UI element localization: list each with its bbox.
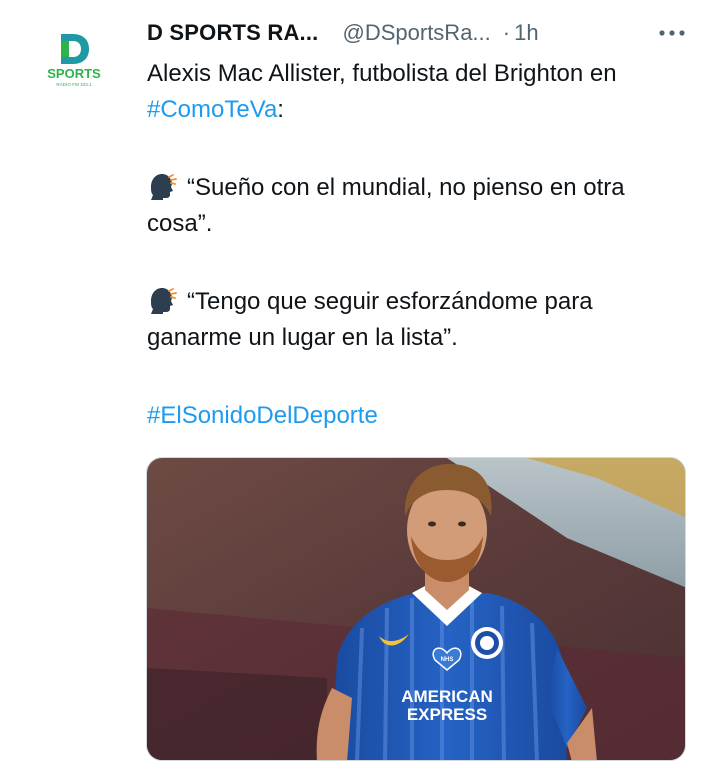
more-button[interactable] [652,18,692,48]
speaking-head-icon [151,174,177,200]
avatar-brand-text: SPORTS [47,66,101,81]
intro-suffix: : [277,96,284,123]
jersey-badge-text: NHS [441,657,454,663]
user-handle[interactable]: @DSportsRa... [343,20,491,46]
tweet-photo[interactable]: NHS AMERICAN EXPRESS [146,457,686,761]
intro-paragraph: Alexis Mac Allister, futbolista del Brig… [147,56,687,128]
hashtag-link-elsonido[interactable]: #ElSonidoDelDeporte [147,402,378,429]
tweet-card[interactable]: SPORTS RADIO FM 103.1 D SPORTS RA... @DS… [0,0,719,765]
dsports-logo: SPORTS RADIO FM 103.1 [31,22,117,108]
hashtag-link[interactable]: #ComoTeVa [147,96,277,123]
quote-text-1: “Sueño con el mundial, no pienso en otra… [147,174,625,237]
timestamp[interactable]: 1h [514,20,538,46]
player-photo: NHS AMERICAN EXPRESS [147,458,685,760]
intro-text: Alexis Mac Allister, futbolista del Brig… [147,60,617,87]
tweet-text: Alexis Mac Allister, futbolista del Brig… [147,56,687,434]
speaking-head-icon [151,288,177,314]
more-horizontal-icon [659,30,685,36]
jersey-sponsor-line1: AMERICAN [401,687,493,706]
quote-paragraph-1: “Sueño con el mundial, no pienso en otra… [147,170,687,242]
quote-paragraph-2: “Tengo que seguir esforzándome para gana… [147,284,687,356]
hashtag-paragraph: #ElSonidoDelDeporte [147,398,687,434]
avatar-sub-text: RADIO FM 103.1 [56,82,92,87]
display-name[interactable]: D SPORTS RA... [147,20,319,46]
jersey-sponsor-line2: EXPRESS [407,705,487,724]
tweet-header: D SPORTS RA... @DSportsRa... · 1h [147,16,692,50]
separator-dot: · [502,20,511,45]
quote-text-2: “Tengo que seguir esforzándome para gana… [147,288,593,351]
avatar[interactable]: SPORTS RADIO FM 103.1 [31,22,117,108]
